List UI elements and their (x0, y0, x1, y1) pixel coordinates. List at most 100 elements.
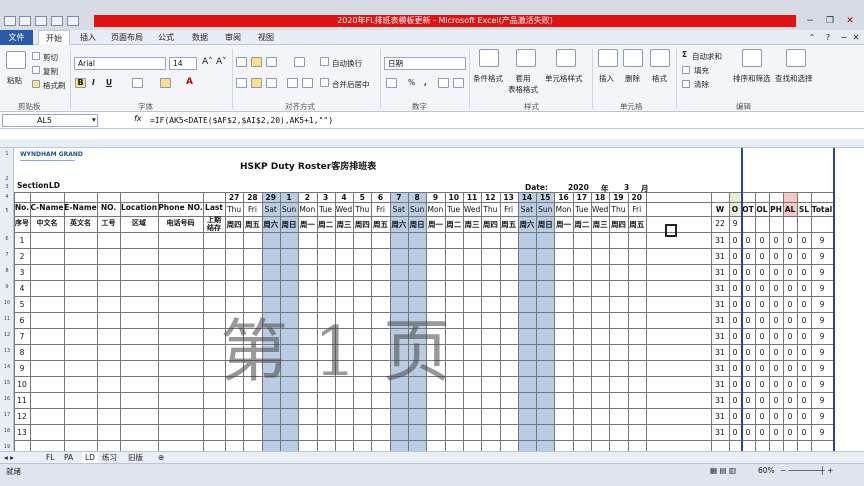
sort-filter-icon[interactable] (742, 49, 762, 67)
tab-insert[interactable]: 插入 (76, 30, 100, 45)
align-middle-icon[interactable] (251, 57, 262, 67)
row-header-number[interactable]: 2 (0, 176, 14, 182)
year-value[interactable]: 2020 (568, 183, 589, 192)
grow-font-icon[interactable]: A˄ (202, 57, 213, 67)
orientation-icon[interactable] (294, 57, 305, 67)
minimize-icon[interactable]: − (800, 15, 820, 27)
row-header-number[interactable]: 4 (0, 194, 14, 200)
font-name-select[interactable]: Arial (74, 57, 166, 70)
number-format-select[interactable]: 日期 (384, 57, 466, 70)
cut-button[interactable]: 剪切 (43, 52, 58, 63)
row-header-number[interactable]: 6 (0, 236, 14, 242)
font-size-select[interactable]: 14 (169, 57, 197, 70)
view-mode-icons[interactable]: ▦ ▤ ▥ (710, 466, 736, 475)
align-right-icon[interactable] (266, 78, 277, 88)
font-color-icon[interactable]: A (186, 77, 193, 87)
table-format-button[interactable]: 套用 表格格式 (508, 73, 538, 95)
row-header-number[interactable]: 11 (0, 316, 14, 322)
row-header-number[interactable]: 15 (0, 380, 14, 386)
tab-view[interactable]: 视图 (254, 30, 278, 45)
shrink-font-icon[interactable]: A˅ (216, 57, 227, 67)
insert-cells-button[interactable]: 插入 (599, 73, 614, 84)
row-headers[interactable]: 123456789101112131415161718192021 (0, 148, 14, 451)
row-header-number[interactable]: 16 (0, 396, 14, 402)
wrap-text-button[interactable]: 自动换行 (332, 58, 362, 69)
tab-review[interactable]: 审阅 (221, 30, 245, 45)
delete-cells-icon[interactable] (623, 49, 643, 67)
formula-input[interactable]: =IF(AK5<DATE($AF$2,$AI$2,20),AK5+1,"") (150, 114, 333, 127)
delete-cells-button[interactable]: 删除 (625, 73, 640, 84)
row-header-number[interactable]: 13 (0, 348, 14, 354)
comma-style-icon[interactable]: , (424, 78, 427, 87)
name-box[interactable]: AL5 (2, 114, 98, 127)
worksheet-grid[interactable]: No. C-Name E-Name NO. Location Phone NO. Last 序… (0, 148, 864, 451)
autosum-button[interactable]: 自动求和 (692, 51, 722, 62)
workbook-close-icon[interactable]: ✕ (850, 30, 862, 45)
bold-icon[interactable]: B (75, 78, 86, 88)
decrease-indent-icon[interactable] (287, 78, 298, 88)
currency-icon[interactable] (386, 78, 397, 88)
tab-data[interactable]: 数据 (188, 30, 212, 45)
row-header-number[interactable]: 8 (0, 268, 14, 274)
row-header-number[interactable]: 19 (0, 444, 14, 450)
tab-file[interactable]: 文件 (0, 30, 33, 45)
align-bottom-icon[interactable] (266, 57, 277, 67)
insert-cells-icon[interactable] (598, 49, 618, 67)
format-cells-button[interactable]: 格式 (652, 73, 667, 84)
row-header-number[interactable]: 14 (0, 364, 14, 370)
format-painter-button[interactable]: 格式刷 (43, 80, 66, 91)
copy-button[interactable]: 复制 (43, 66, 58, 77)
find-select-icon[interactable] (786, 49, 806, 67)
tab-page-layout[interactable]: 页面布局 (108, 30, 146, 45)
fill-color-icon[interactable] (160, 78, 171, 88)
format-cells-icon[interactable] (650, 49, 670, 67)
excel-app-icon[interactable] (4, 16, 16, 26)
borders-icon[interactable] (132, 78, 143, 88)
undo-icon[interactable] (35, 16, 47, 26)
cell-styles-button[interactable]: 单元格样式 (545, 73, 583, 84)
row-header-number[interactable]: 1 (0, 151, 14, 157)
conditional-format-button[interactable]: 条件格式 (473, 73, 503, 84)
increase-decimal-icon[interactable] (438, 78, 449, 88)
help-icon[interactable]: ? (822, 30, 834, 45)
row-header-number[interactable]: 12 (0, 332, 14, 338)
underline-icon[interactable]: U (106, 78, 112, 87)
clear-button[interactable]: 清除 (694, 79, 709, 90)
find-select-button[interactable]: 查找和选择 (775, 73, 813, 84)
row-header-number[interactable]: 17 (0, 412, 14, 418)
minimize-ribbon-icon[interactable]: ⌃ (806, 30, 818, 45)
paste-icon[interactable] (6, 51, 26, 69)
tab-home[interactable]: 开始 (38, 30, 70, 45)
tab-formulas[interactable]: 公式 (154, 30, 178, 45)
row-header-number[interactable]: 9 (0, 284, 14, 290)
sort-filter-button[interactable]: 排序和筛选 (733, 73, 771, 84)
align-top-icon[interactable] (236, 57, 247, 67)
percent-icon[interactable]: % (408, 78, 415, 87)
paste-button[interactable]: 粘贴 (7, 75, 22, 86)
zoom-slider[interactable]: − ───────┼ + (780, 466, 833, 475)
fill-button[interactable]: 填充 (694, 65, 709, 76)
align-left-icon[interactable] (236, 78, 247, 88)
row-header-number[interactable]: 5 (0, 208, 14, 214)
restore-icon[interactable]: ❐ (820, 15, 840, 27)
save-icon[interactable] (19, 16, 31, 26)
row-header-number[interactable]: 18 (0, 428, 14, 434)
column-headers[interactable] (0, 139, 864, 148)
conditional-format-icon[interactable] (479, 49, 499, 67)
cell-styles-icon[interactable] (556, 49, 576, 67)
decrease-decimal-icon[interactable] (453, 78, 464, 88)
row-header-number[interactable]: 10 (0, 300, 14, 306)
section-value[interactable]: LD (49, 181, 60, 190)
insert-function-icon[interactable]: fx (134, 114, 142, 123)
workbook-minimize-icon[interactable]: − (838, 30, 850, 45)
zoom-level[interactable]: 60% (758, 466, 775, 475)
name-box-dropdown-icon[interactable]: ▾ (92, 115, 96, 124)
row-header-number[interactable]: 3 (0, 184, 14, 190)
active-cell-al5[interactable] (665, 224, 677, 237)
row-header-number[interactable]: 7 (0, 252, 14, 258)
close-icon[interactable]: ✕ (840, 15, 860, 27)
quick-access-dropdown-icon[interactable] (67, 16, 79, 26)
merge-center-button[interactable]: 合并后居中 (332, 79, 370, 90)
increase-indent-icon[interactable] (302, 78, 313, 88)
align-center-icon[interactable] (251, 78, 262, 88)
